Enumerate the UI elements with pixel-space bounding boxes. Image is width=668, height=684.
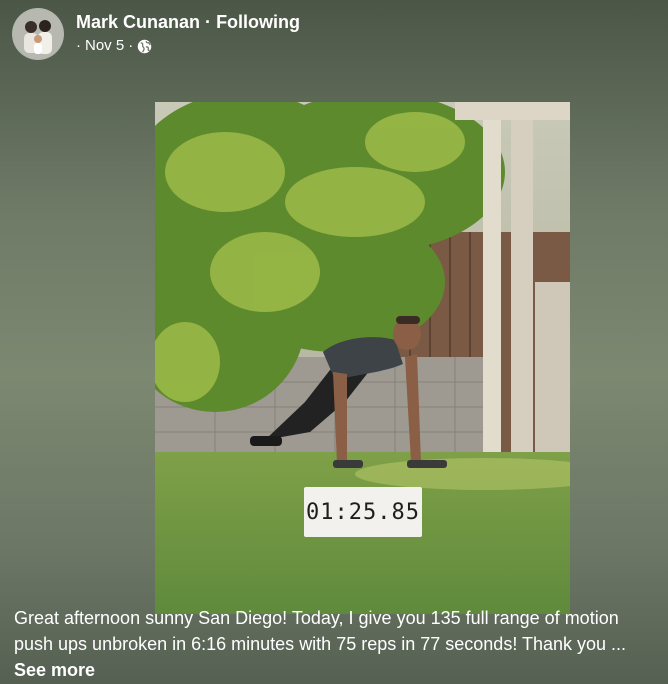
video-frame (155, 102, 570, 614)
post-date[interactable]: Nov 5 (85, 36, 124, 56)
video-player[interactable] (155, 102, 570, 614)
post-header: Mark Cunanan · Following · Nov 5 · (12, 8, 300, 60)
separator-dot: · (128, 37, 134, 54)
avatar[interactable] (12, 8, 64, 60)
author-name[interactable]: Mark Cunanan (76, 12, 200, 32)
post-meta: Mark Cunanan · Following · Nov 5 · (76, 8, 300, 56)
video-timer: 01:25.85 (304, 487, 422, 537)
avatar-photo (13, 9, 63, 59)
separator-dot: · (205, 12, 212, 32)
caption-text: Great afternoon sunny San Diego! Today, … (14, 608, 627, 654)
follow-status[interactable]: Following (216, 12, 300, 32)
post-caption: Great afternoon sunny San Diego! Today, … (14, 605, 654, 683)
globe-icon[interactable] (137, 39, 152, 54)
see-more-link[interactable]: See more (14, 660, 95, 680)
post-subline: · Nov 5 · (76, 36, 300, 56)
separator-dot: · (76, 37, 81, 54)
author-line: Mark Cunanan · Following (76, 8, 300, 36)
